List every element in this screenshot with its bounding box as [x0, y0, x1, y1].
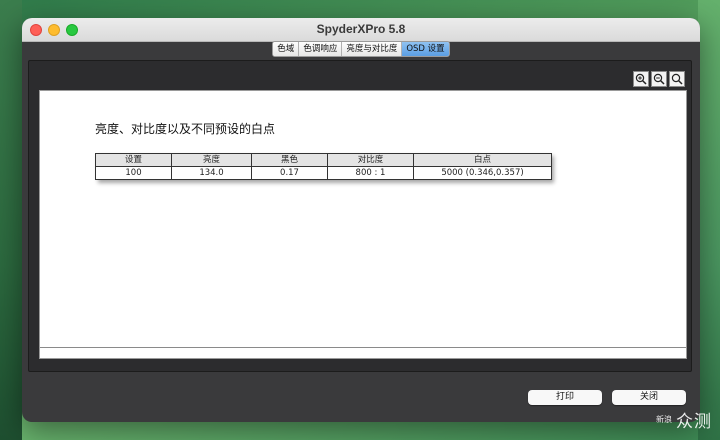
- window-title: SpyderXPro 5.8: [316, 22, 406, 36]
- report-panel: 亮度、对比度以及不同预设的白点 设置 亮度 黑色 对比度 白点 100 134.…: [28, 60, 692, 372]
- cell-black: 0.17: [251, 166, 328, 180]
- watermark-small-text: 新浪: [656, 415, 672, 424]
- segmented-tabs: 色域 色调响应 亮度与对比度 OSD 设置: [272, 41, 450, 57]
- table-header-row: 设置 亮度 黑色 对比度 白点: [95, 153, 552, 167]
- report-canvas: 亮度、对比度以及不同预设的白点 设置 亮度 黑色 对比度 白点 100 134.…: [39, 90, 687, 359]
- zoom-out-button[interactable]: [651, 71, 667, 87]
- osd-results-table: 设置 亮度 黑色 对比度 白点 100 134.0 0.17 800 : 1 5…: [95, 153, 552, 180]
- column-header-black: 黑色: [251, 153, 328, 167]
- cell-white-point: 5000 (0.346,0.357): [413, 166, 552, 180]
- zoom-toolbar: [633, 71, 685, 87]
- zoom-reset-button[interactable]: [669, 71, 685, 87]
- zoom-reset-icon: [671, 73, 683, 85]
- tab-brightness-contrast[interactable]: 亮度与对比度: [342, 42, 403, 56]
- watermark: 新浪 众测: [655, 407, 712, 432]
- cell-brightness: 134.0: [171, 166, 252, 180]
- tab-osd-settings[interactable]: OSD 设置: [402, 42, 449, 56]
- column-header-brightness: 亮度: [171, 153, 252, 167]
- cell-contrast: 800 : 1: [327, 166, 414, 180]
- print-button[interactable]: 打印: [528, 390, 602, 405]
- table-row: 100 134.0 0.17 800 : 1 5000 (0.346,0.357…: [95, 166, 552, 180]
- zoom-in-button[interactable]: [633, 71, 649, 87]
- canvas-divider: [40, 347, 686, 348]
- desktop-background-right: [698, 0, 720, 440]
- report-heading: 亮度、对比度以及不同预设的白点: [95, 122, 276, 136]
- close-button[interactable]: 关闭: [612, 390, 686, 405]
- watermark-big-text: 众测: [676, 412, 712, 432]
- tab-gamut[interactable]: 色域: [273, 42, 300, 56]
- zoom-in-icon: [635, 73, 647, 85]
- tab-tone-response[interactable]: 色调响应: [299, 42, 343, 56]
- tab-bar: 色域 色调响应 亮度与对比度 OSD 设置: [22, 41, 700, 57]
- column-header-setting: 设置: [95, 153, 172, 167]
- app-window: SpyderXPro 5.8 色域 色调响应 亮度与对比度 OSD 设置 亮度、…: [22, 18, 700, 422]
- title-bar[interactable]: SpyderXPro 5.8: [22, 18, 700, 42]
- zoom-out-icon: [653, 73, 665, 85]
- column-header-contrast: 对比度: [327, 153, 414, 167]
- desktop-background-left: [0, 0, 22, 440]
- cell-setting: 100: [95, 166, 172, 180]
- column-header-white-point: 白点: [413, 153, 552, 167]
